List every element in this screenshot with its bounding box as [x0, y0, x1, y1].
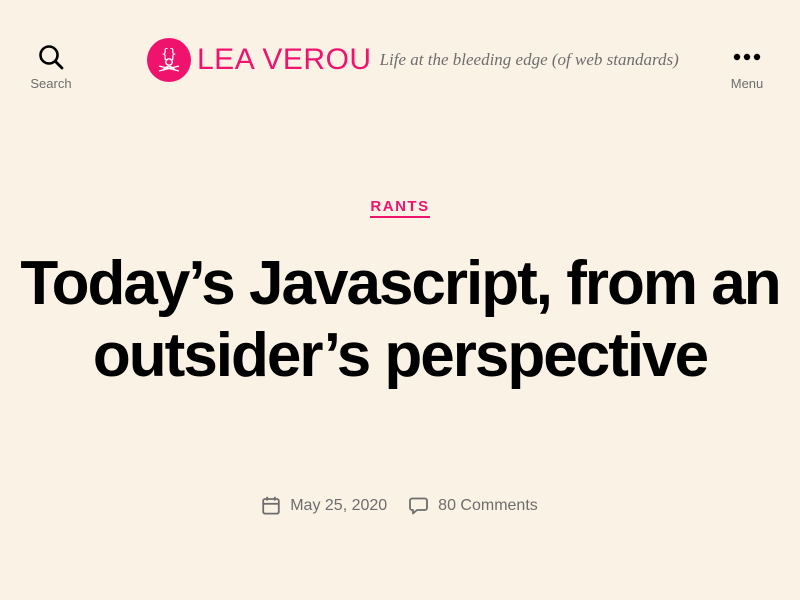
- search-icon: [39, 45, 64, 70]
- site-logo-icon: {}: [158, 47, 180, 72]
- post-date: May 25, 2020: [262, 496, 387, 515]
- post-date-link[interactable]: May 25, 2020: [290, 497, 387, 515]
- search-toggle-button[interactable]: Search: [21, 44, 81, 91]
- menu-toggle-button[interactable]: Menu: [717, 44, 777, 91]
- svg-text:{}: {}: [161, 47, 177, 62]
- comment-bubble-icon: [409, 497, 429, 514]
- site-header: Search {} LEA VEROU Life at the bleeding…: [0, 0, 800, 120]
- site-description: Life at the bleeding edge (of web standa…: [379, 50, 679, 69]
- post-title: Today’s Javascript, from an outsider’s p…: [20, 249, 781, 390]
- post-meta: May 25, 2020 80 Comments: [0, 496, 800, 515]
- category-link[interactable]: RANTS: [370, 198, 430, 218]
- calendar-icon: [262, 496, 280, 515]
- site-branding: {} LEA VEROU Life at the bleeding edge (…: [147, 38, 679, 82]
- ellipsis-icon: [733, 53, 761, 61]
- site-logo-link[interactable]: {}: [147, 38, 191, 82]
- comments-link[interactable]: 80 Comments: [438, 497, 538, 515]
- entry-categories: RANTS: [0, 198, 800, 218]
- site-title-link[interactable]: LEA VEROU: [197, 38, 372, 82]
- post-comments: 80 Comments: [409, 497, 538, 515]
- menu-label: Menu: [730, 76, 764, 91]
- search-label: Search: [30, 76, 72, 91]
